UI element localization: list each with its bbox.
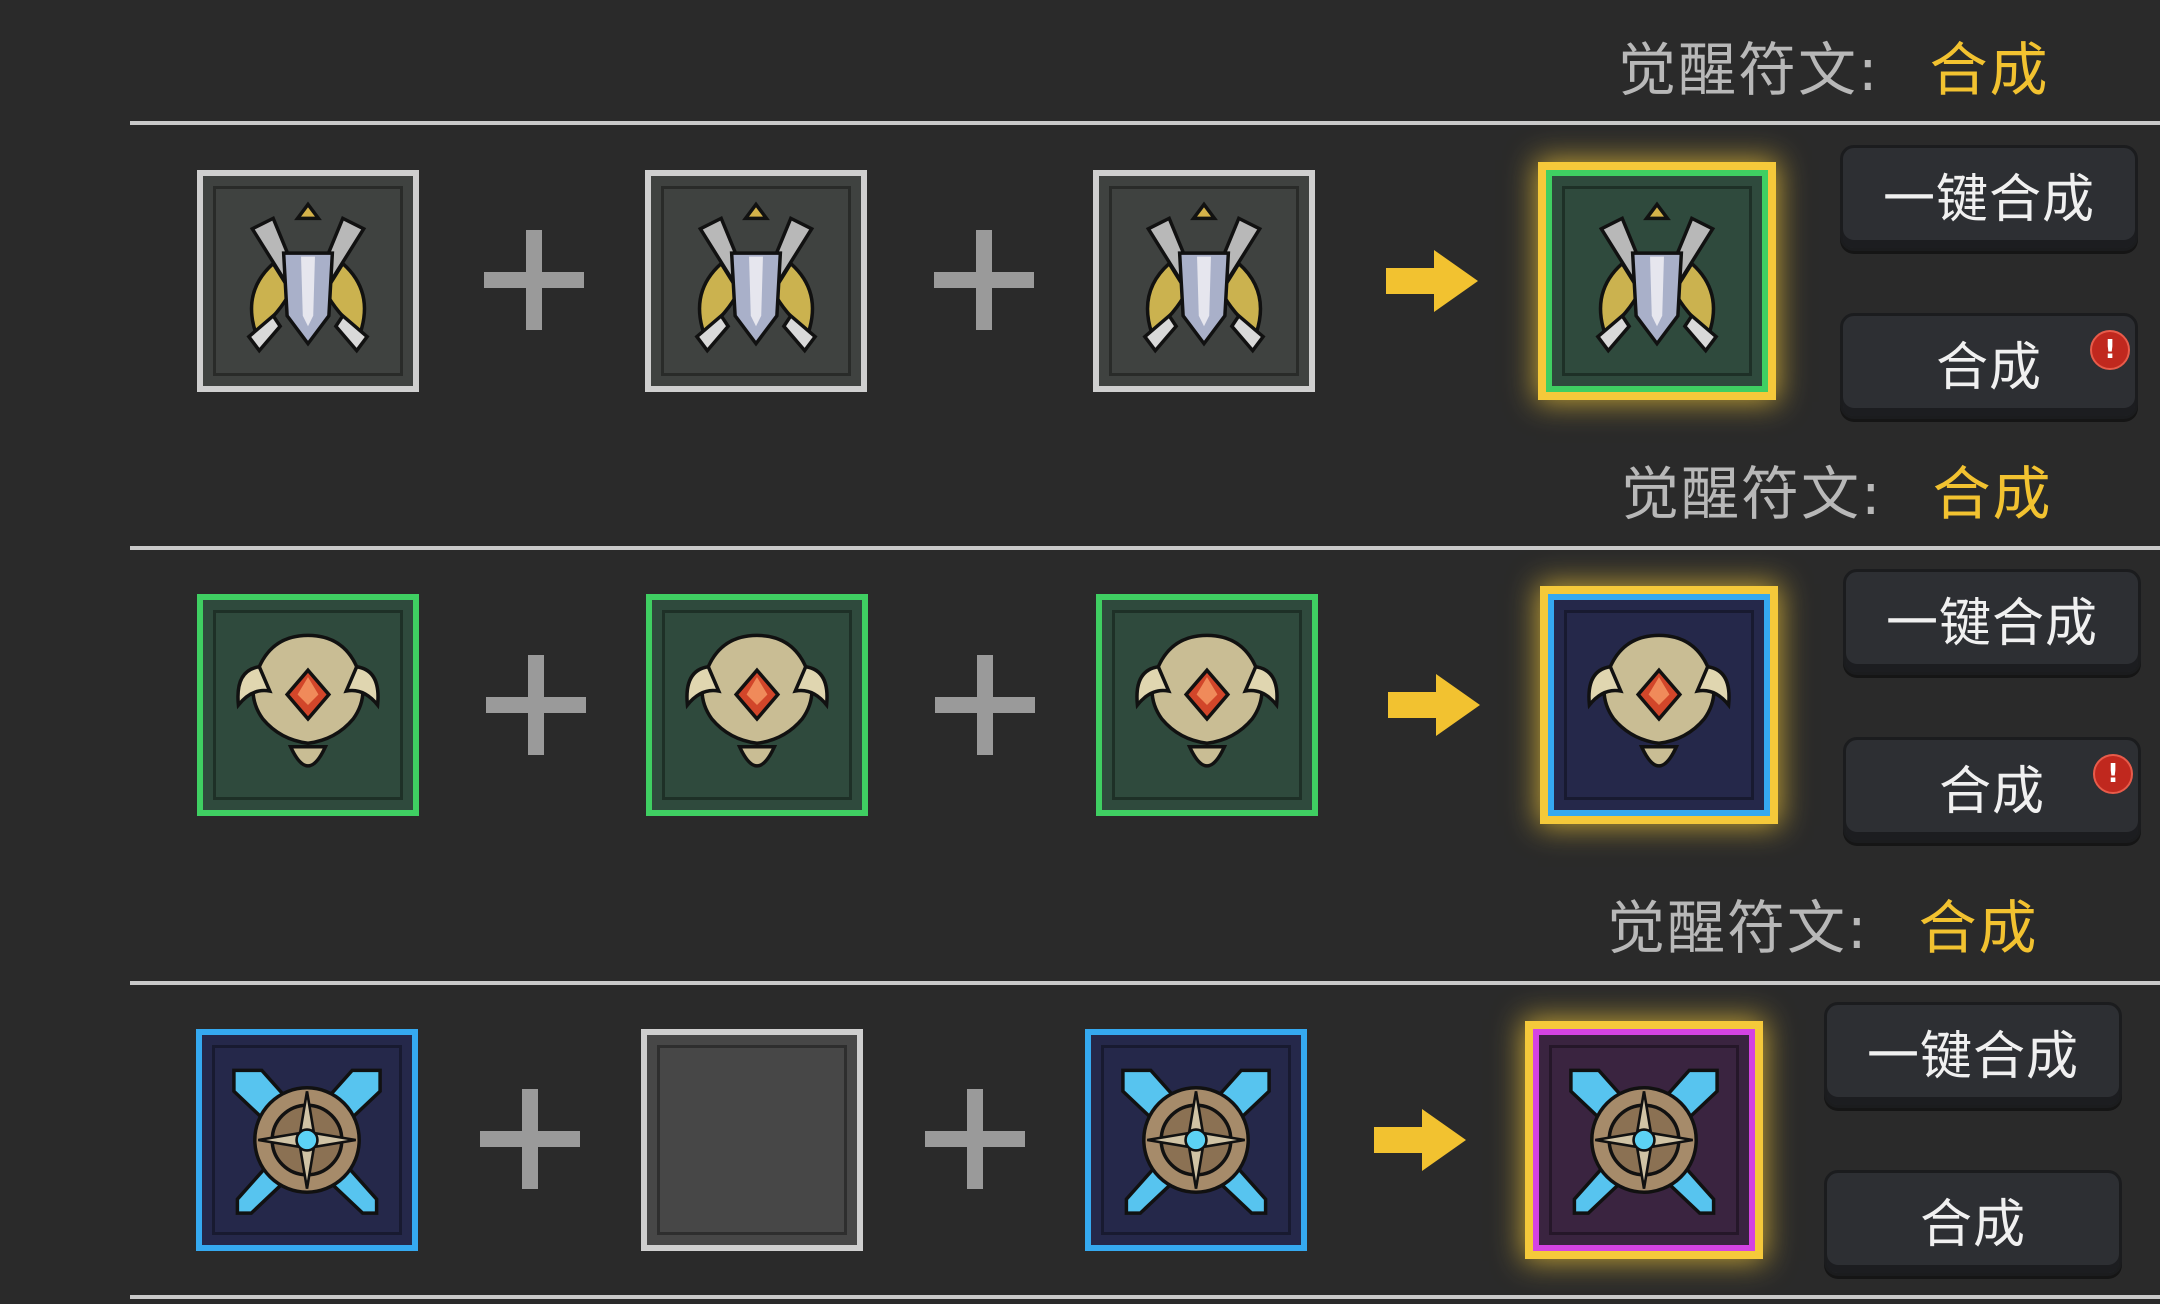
winged-sword-shield-icon (246, 201, 370, 354)
section-2-synth-button-label: 合成 (1938, 761, 2045, 822)
section-2-input-slot-1[interactable] (197, 594, 419, 816)
section-2-header: 觉醒符文: 合成 (1621, 444, 2053, 534)
winged-sword-shield-icon (1595, 201, 1719, 354)
horned-crest-ruby-icon (236, 633, 380, 768)
section-2-input-slot-3[interactable] (1096, 594, 1318, 816)
section-1-result-slot[interactable] (1546, 170, 1768, 392)
arrow-right-icon (1374, 1109, 1466, 1171)
section-1-input-slot-2[interactable] (645, 170, 867, 392)
plus-icon (484, 230, 584, 330)
section-3-header-label: 觉醒符文: (1607, 894, 1869, 962)
winged-sword-shield-icon (1142, 201, 1266, 354)
plus-icon (935, 655, 1035, 755)
section-1-header: 觉醒符文: 合成 (1618, 20, 2050, 110)
section-3-synth-button[interactable]: 合成 (1824, 1170, 2122, 1276)
section-2-header-label: 觉醒符文: (1621, 460, 1883, 528)
section-1-synth-button[interactable]: 合成 (1840, 313, 2138, 419)
winged-sword-shield-icon (694, 201, 818, 354)
section-3-input-slot-1[interactable] (196, 1029, 418, 1251)
bottom-divider (130, 1295, 2160, 1299)
horned-crest-ruby-icon (1587, 633, 1731, 768)
section-2-synth-button[interactable]: 合成 (1843, 737, 2141, 843)
crossed-blades-shield-icon (232, 1068, 382, 1215)
section-1-one-click-synth-button[interactable]: 一键合成 (1840, 145, 2138, 251)
section-2-input-slot-2[interactable] (646, 594, 868, 816)
section-3-header: 觉醒符文: 合成 (1607, 878, 2039, 968)
crossed-blades-shield-icon (1121, 1068, 1271, 1215)
plus-icon (486, 655, 586, 755)
section-3-input-slot-2-empty[interactable] (641, 1029, 863, 1251)
section-3-header-synth-link[interactable]: 合成 (1919, 881, 2039, 965)
section-2-divider (130, 546, 2160, 550)
crossed-blades-shield-icon (1569, 1068, 1719, 1215)
plus-icon (934, 230, 1034, 330)
section-3-result-slot[interactable] (1533, 1029, 1755, 1251)
arrow-right-icon (1388, 674, 1480, 736)
section-2-alert-badge: ! (2093, 754, 2133, 794)
horned-crest-ruby-icon (1135, 633, 1279, 768)
section-3-divider (130, 981, 2160, 985)
horned-crest-ruby-icon (685, 633, 829, 768)
section-1-header-label: 觉醒符文: (1618, 36, 1880, 104)
plus-icon (925, 1089, 1025, 1189)
section-2-result-slot[interactable] (1548, 594, 1770, 816)
synthesis-panel: 觉醒符文: 合成 一键合成 合成 ! 觉醒符文: 合成 一键合成 合成 ! 觉醒… (0, 0, 2160, 1304)
arrow-right-icon (1386, 250, 1478, 312)
section-1-synth-button-label: 合成 (1935, 337, 2042, 398)
section-1-header-synth-link[interactable]: 合成 (1930, 23, 2050, 107)
section-1-input-slot-3[interactable] (1093, 170, 1315, 392)
section-1-divider (130, 121, 2160, 125)
plus-icon (480, 1089, 580, 1189)
section-1-alert-badge: ! (2090, 330, 2130, 370)
section-2-header-synth-link[interactable]: 合成 (1933, 447, 2053, 531)
section-2-one-click-synth-button[interactable]: 一键合成 (1843, 569, 2141, 675)
section-1-input-slot-1[interactable] (197, 170, 419, 392)
section-3-input-slot-3[interactable] (1085, 1029, 1307, 1251)
section-3-synth-button-label: 合成 (1919, 1194, 2026, 1255)
section-3-one-click-synth-button[interactable]: 一键合成 (1824, 1002, 2122, 1108)
